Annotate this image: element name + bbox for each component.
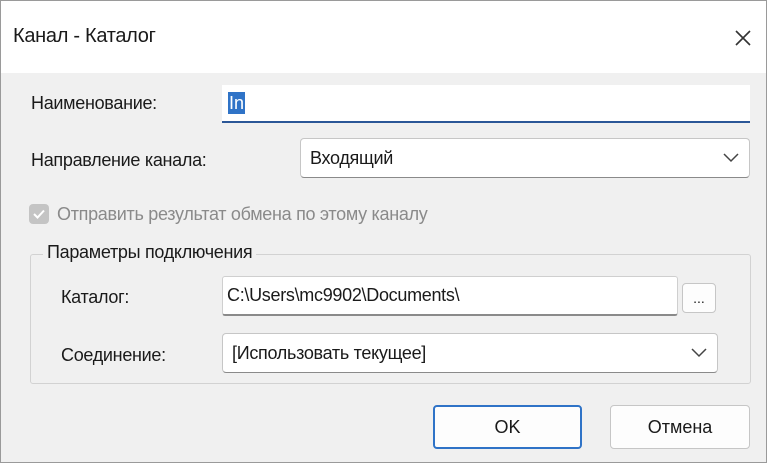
name-field[interactable]: In xyxy=(222,85,750,123)
ok-button[interactable]: OK xyxy=(433,405,582,449)
connection-value: [Использовать текущее] xyxy=(232,342,427,363)
send-result-option[interactable]: Отправить результат обмена по этому кана… xyxy=(29,201,428,227)
direction-value: Входящий xyxy=(310,147,393,168)
checkmark-icon xyxy=(33,209,45,219)
catalog-input[interactable]: C:\Users\mc9902\Documents\ xyxy=(222,276,678,316)
connection-label: Соединение: xyxy=(61,345,166,365)
window-title: Канал - Каталог xyxy=(13,25,156,47)
chevron-down-icon xyxy=(723,153,739,163)
dialog-window: Канал - Каталог Наименование: In Направл… xyxy=(0,0,767,463)
send-result-label: Отправить результат обмена по этому кана… xyxy=(57,203,428,224)
title-bar[interactable]: Канал - Каталог xyxy=(1,1,766,73)
ok-label: OK xyxy=(494,416,521,437)
browse-button[interactable]: ... xyxy=(682,283,716,313)
browse-label: ... xyxy=(693,290,705,306)
chevron-down-icon xyxy=(691,348,707,358)
close-icon xyxy=(735,30,751,46)
cancel-label: Отмена xyxy=(647,416,713,437)
catalog-label: Каталог: xyxy=(61,287,130,307)
cancel-button[interactable]: Отмена xyxy=(610,405,750,449)
direction-select[interactable]: Входящий xyxy=(300,138,750,178)
name-value: In xyxy=(228,92,246,114)
send-result-checkbox[interactable] xyxy=(29,204,49,224)
catalog-value: C:\Users\mc9902\Documents\ xyxy=(227,285,460,305)
connection-params-title: Параметры подключения xyxy=(43,242,257,263)
direction-label: Направление канала: xyxy=(31,150,207,170)
close-button[interactable] xyxy=(720,17,766,59)
connection-select[interactable]: [Использовать текущее] xyxy=(222,333,718,373)
name-label: Наименование: xyxy=(31,93,157,113)
